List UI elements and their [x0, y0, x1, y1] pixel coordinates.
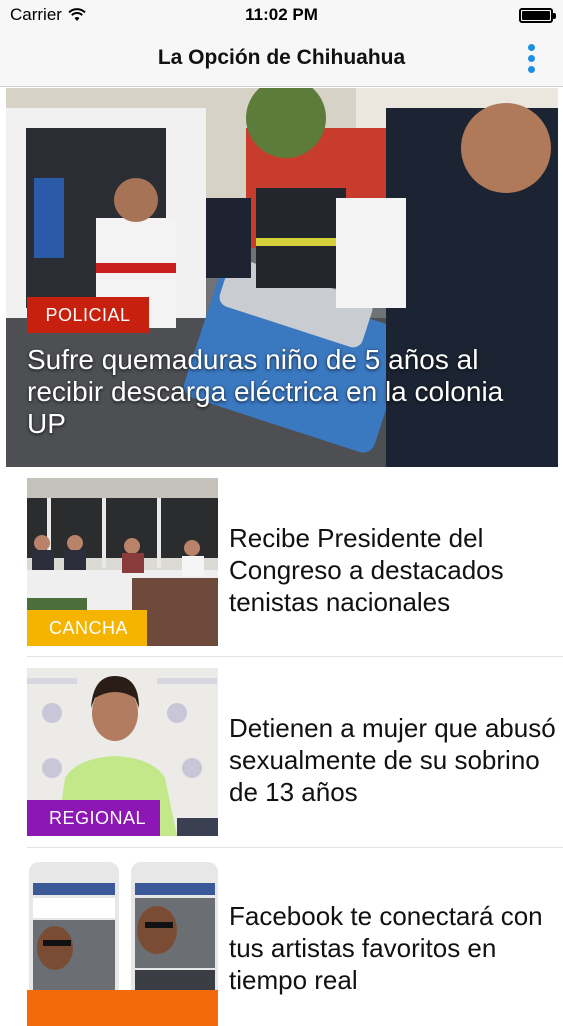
- more-options-icon[interactable]: [521, 40, 541, 76]
- article-thumbnail: CANCHA: [27, 478, 218, 646]
- carrier-label: Carrier: [10, 5, 62, 24]
- category-badge: CANCHA: [27, 610, 147, 646]
- battery-icon: [519, 7, 556, 23]
- article-title: Detienen a mujer que abusó sexualmente d…: [229, 713, 556, 807]
- article-title: Facebook te conectará con tus artistas f…: [229, 901, 543, 995]
- featured-article[interactable]: POLICIAL Sufre quemaduras niño de 5 años…: [6, 88, 558, 467]
- article-item[interactable]: REGIONAL Detienen a mujer que abusó sexu…: [27, 668, 563, 836]
- wifi-icon: [68, 8, 86, 21]
- status-left: Carrier: [10, 5, 86, 25]
- category-badge: [27, 990, 218, 1026]
- navigation-bar: La Opción de Chihuahua: [0, 30, 563, 87]
- divider: [27, 656, 563, 657]
- divider: [27, 847, 563, 848]
- article-title: Recibe Presidente del Congreso a destaca…: [229, 523, 504, 617]
- category-badge: REGIONAL: [27, 800, 160, 836]
- status-bar: Carrier 11:02 PM: [0, 0, 563, 30]
- article-thumbnail: REGIONAL: [27, 668, 218, 836]
- article-item[interactable]: Facebook te conectará con tus artistas f…: [27, 858, 563, 1026]
- app-title: La Opción de Chihuahua: [157, 46, 406, 69]
- category-badge: POLICIAL: [27, 297, 149, 333]
- article-item[interactable]: CANCHA Recibe Presidente del Congreso a …: [27, 478, 563, 646]
- featured-article-title: Sufre quemaduras niño de 5 años al recib…: [27, 344, 504, 439]
- article-thumbnail: [27, 858, 218, 1026]
